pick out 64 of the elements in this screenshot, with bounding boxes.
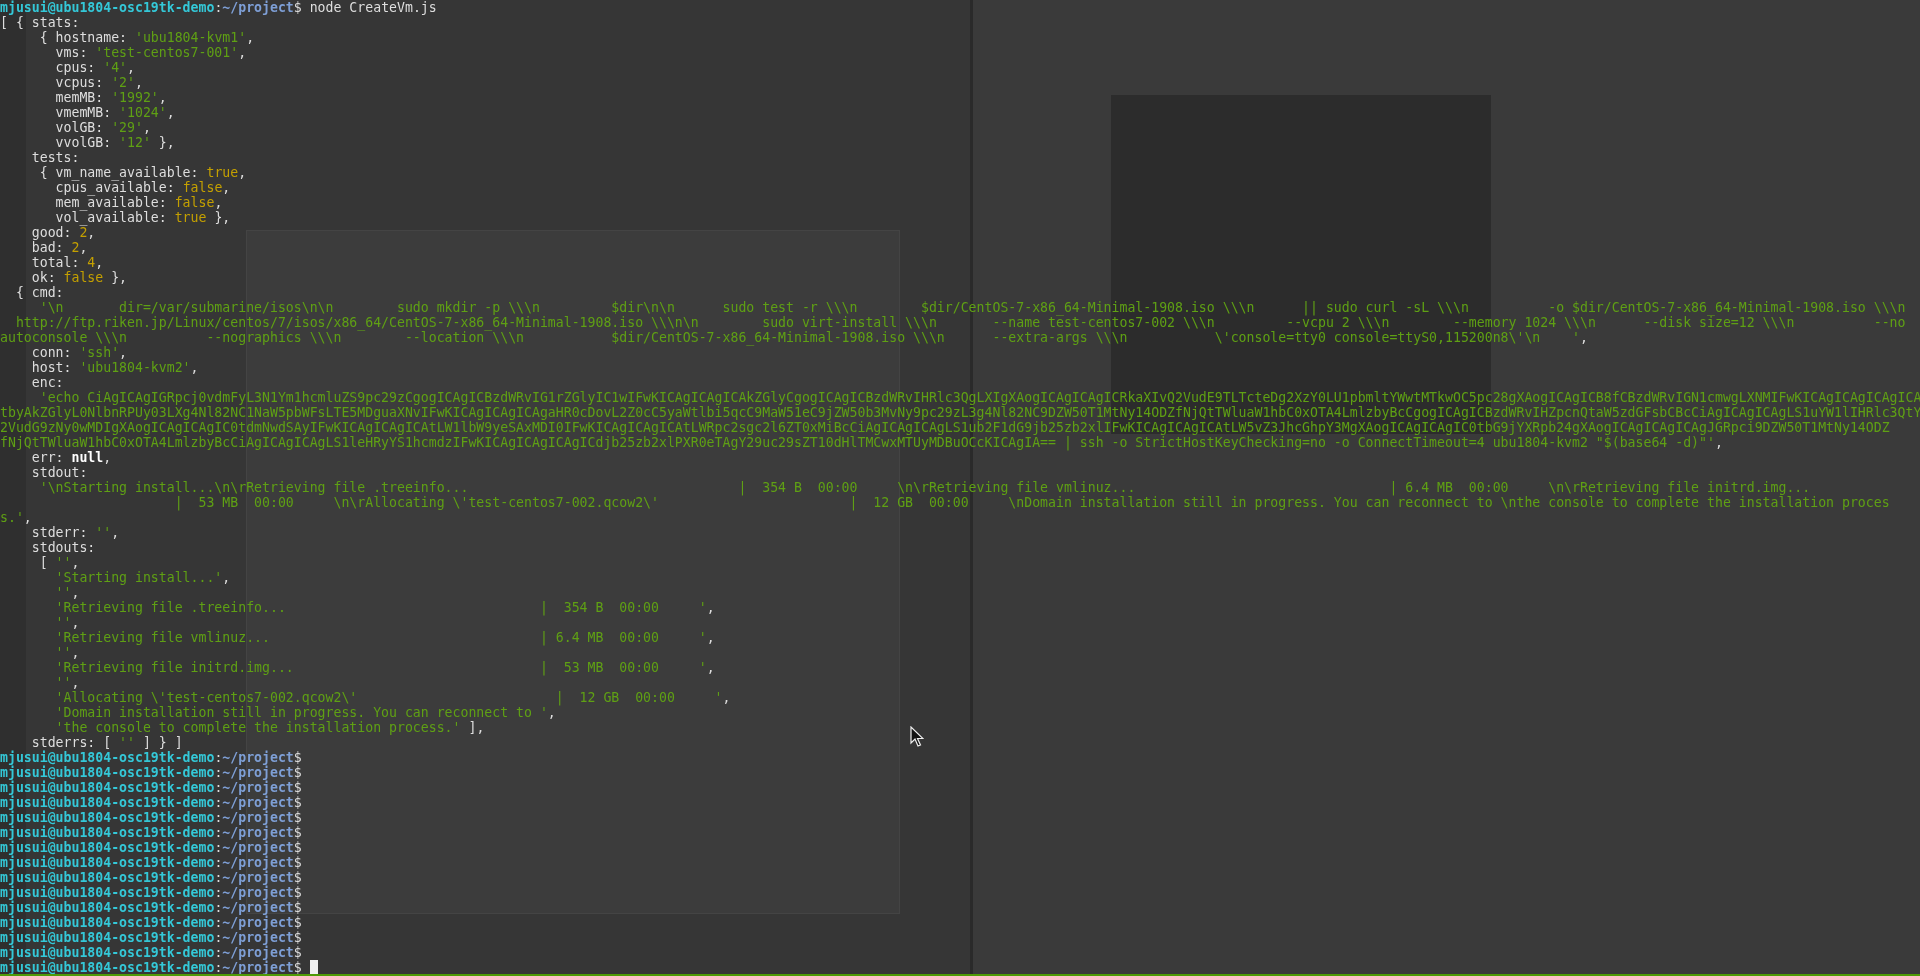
terminal-line: bad: 2, xyxy=(30,240,88,255)
terminal-line: vol_available: true }, xyxy=(55,210,231,225)
terminal-line: stdouts: xyxy=(30,540,96,555)
terminal-line: '\n dir=/var/submarine/isos\n\n sudo mkdir -p \\\n $dir\n\n sudo test -r \\\n $dir/CentOS-7-x86_64-Minimal-1908.iso \\\n || sudo curl -sL \\\n -o $dir/CentOS-7-x86_64-Minimal-1908.iso \\\n xyxy=(39,300,1906,315)
terminal-line: 'Allocating \'test-centos7-002.qcow2\' | 12 GB 00:00 ', xyxy=(54,690,731,705)
terminal-line: '', xyxy=(54,675,80,690)
terminal-line: ok: false }, xyxy=(30,270,128,285)
terminal-line: total: 4, xyxy=(30,255,104,270)
terminal-line: stderr: '', xyxy=(30,525,120,540)
terminal-line: 'Starting install...', xyxy=(54,570,231,585)
terminal-line: mjusui@ubu1804-osc19tk-demo:~/project$ xyxy=(0,750,302,765)
terminal-line: 'Retrieving file initrd.img... | 53 MB 00:00 ', xyxy=(54,660,715,675)
mouse-pointer-icon xyxy=(910,726,924,747)
terminal-line: conn: 'ssh', xyxy=(30,345,128,360)
terminal-line: { cmd: xyxy=(14,285,64,300)
terminal-line: cpus: '4', xyxy=(54,60,135,75)
terminal-line: mjusui@ubu1804-osc19tk-demo:~/project$ xyxy=(0,915,302,930)
terminal-line: err: null, xyxy=(30,450,112,465)
terminal-line: mem_available: false, xyxy=(54,195,223,210)
terminal-line: vvolGB: '12' }, xyxy=(54,135,175,150)
terminal-line: mjusui@ubu1804-osc19tk-demo:~/project$ xyxy=(0,765,302,780)
terminal-line: [ { stats: xyxy=(0,15,80,30)
terminal-line: stderrs: [ '' ] } ] xyxy=(30,735,183,750)
terminal-line: 'Domain installation still in progress. You can reconnect to ', xyxy=(54,705,556,720)
terminal-line: mjusui@ubu1804-osc19tk-demo:~/project$ xyxy=(0,840,302,855)
terminal-line: mjusui@ubu1804-osc19tk-demo:~/project$ xyxy=(0,945,302,960)
terminal-line: | 53 MB 00:00 \n\rAllocating \'test-centos7-002.qcow2\' | 12 GB 00:00 \nDomain installation still in progress. You can reconnect to \nthe console to complete the installation proces xyxy=(173,495,1890,510)
terminal-line: enc: xyxy=(30,375,64,390)
terminal-line: vms: 'test-centos7-001', xyxy=(54,45,247,60)
terminal-line: mjusui@ubu1804-osc19tk-demo:~/project$ xyxy=(0,795,302,810)
terminal-line: 'Retrieving file .treeinfo... | 354 B 00:00 ', xyxy=(54,600,715,615)
terminal-line: mjusui@ubu1804-osc19tk-demo:~/project$ xyxy=(0,870,302,885)
terminal-line: good: 2, xyxy=(30,225,96,240)
terminal-line: '\nStarting install...\n\rRetrieving file .treeinfo... | 354 B 00:00 \n\rRetrieving file vmlinuz... | 6.4 MB 00:00 \n\rRetrieving file initrd.img... xyxy=(38,480,1811,495)
terminal-line: vmemMB: '1024', xyxy=(54,105,175,120)
terminal-line: stdout: xyxy=(30,465,88,480)
terminal-line: mjusui@ubu1804-osc19tk-demo:~/project$ xyxy=(0,825,302,840)
terminal-line: tests: xyxy=(30,150,80,165)
terminal-line: mjusui@ubu1804-osc19tk-demo:~/project$ xyxy=(0,885,302,900)
terminal-line: host: 'ubu1804-kvm2', xyxy=(30,360,199,375)
terminal-line: 2VudG9zNy0wMDIgXAogICAgICAgIC0tdmNwdSAyIFwKICAgICAgICAtLW1lbW9yeSAxMDI0IFwKICAgICAgICAtLWRpc2sgc2l6ZT0xMiBcCiAgICAgICAgLS1ub2F1dG9jb25zb2xlIFwKICAgICAgICAtLW5vZ3JhcGhpY3MgXAogICAgICAgIC0tbG9jYXRpb24gXAogICAgICAgICAgJGRpci9DZW50T1MtNy14ODZ xyxy=(0,420,1890,435)
terminal-line: fNjQtTWluaW1hbC0xOTA4LmlzbyBcCiAgICAgICAgLS1leHRyYS1hcmdzIFwKICAgICAgICAgICdjb25zb2xlPXR0eTAgY29uc29sZT10dHlTMCwxMTUyMDBuOCcKICAgIA== | ssh -o StrictHostKeyChecking=no -o ConnectTimeout=4 ubu1804-kvm2 "$(base64 -d)"', xyxy=(0,435,1723,450)
terminal-line: mjusui@ubu1804-osc19tk-demo:~/project$ xyxy=(0,855,302,870)
terminal-line: vcpus: '2', xyxy=(54,75,143,90)
terminal-line: { vm_name_available: true, xyxy=(38,165,247,180)
terminal-line: '', xyxy=(54,585,80,600)
terminal-line: mjusui@ubu1804-osc19tk-demo:~/project$ node CreateVm.js xyxy=(0,0,437,15)
terminal-line: memMB: '1992', xyxy=(54,90,167,105)
terminal-line: mjusui@ubu1804-osc19tk-demo:~/project$ xyxy=(0,900,302,915)
terminal-line: 'the console to complete the installation process.' ], xyxy=(54,720,485,735)
terminal-line: autoconsole \\\n --nographics \\\n --location \\\n $dir/CentOS-7-x86_64-Minimal-1908.iso \\\n --extra-args \\\n \'console=tty0 console=ttyS0,115200n8\'\n ', xyxy=(0,330,1588,345)
terminal-line: { hostname: 'ubu1804-kvm1', xyxy=(38,30,255,45)
terminal-line: cpus_available: false, xyxy=(54,180,231,195)
terminal-line: s.', xyxy=(0,510,32,525)
terminal-line: mjusui@ubu1804-osc19tk-demo:~/project$ xyxy=(0,780,302,795)
terminal-line: '', xyxy=(54,615,80,630)
terminal-line: mjusui@ubu1804-osc19tk-demo:~/project$ xyxy=(0,960,302,974)
terminal-line: '', xyxy=(54,645,80,660)
terminal-line: mjusui@ubu1804-osc19tk-demo:~/project$ xyxy=(0,810,302,825)
terminal-line: volGB: '29', xyxy=(54,120,151,135)
terminal-line: mjusui@ubu1804-osc19tk-demo:~/project$ xyxy=(0,930,302,945)
terminal-line: [ '', xyxy=(38,555,80,570)
terminal-line: 'Retrieving file vmlinuz... | 6.4 MB 00:00 ', xyxy=(54,630,715,645)
terminal-line: http://ftp.riken.jp/Linux/centos/7/isos/x86_64/CentOS-7-x86_64-Minimal-1908.iso \\\n\n sudo virt-install \\\n --name test-centos7-002 \\\n --vcpu 2 \\\n --memory 1024 \\\n --disk size=12 \\\n --no xyxy=(15,315,1906,330)
